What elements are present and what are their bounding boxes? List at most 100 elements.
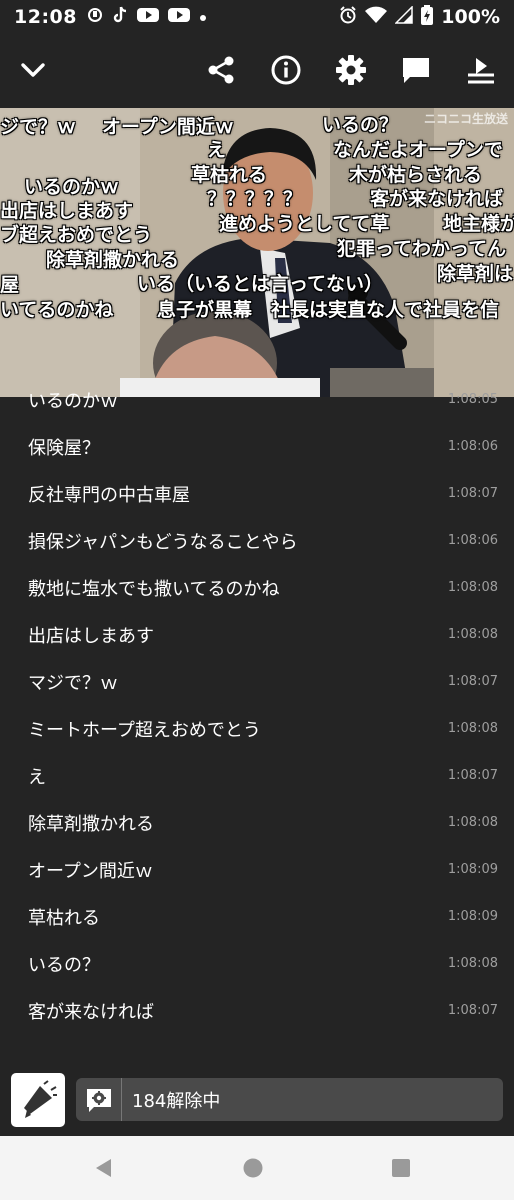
comment-time: 1:08:08 bbox=[447, 580, 498, 595]
overlay-comment: 草枯れる bbox=[191, 164, 268, 186]
player-toolbar bbox=[0, 34, 514, 108]
comment-text: 除草剤撒かれる bbox=[28, 813, 154, 835]
settings-button[interactable] bbox=[333, 52, 369, 88]
player-settings-button[interactable] bbox=[463, 52, 499, 88]
comment-text: いるのかｗ bbox=[28, 390, 118, 412]
youtube-icon-2 bbox=[167, 7, 190, 27]
alarm-icon bbox=[339, 5, 357, 29]
comment-time: 1:08:06 bbox=[447, 533, 498, 548]
megaphone-icon bbox=[24, 1080, 57, 1118]
comment-row[interactable]: 除草剤撒かれる 1:08:08 bbox=[0, 799, 514, 846]
overlay-comment: 除草剤撒かれる bbox=[46, 249, 180, 271]
overlay-comment: 木が枯らされる bbox=[349, 164, 483, 186]
comment-text: 損保ジャパンもどうなることやら bbox=[28, 531, 298, 553]
collapse-button[interactable] bbox=[15, 52, 51, 88]
comment-row[interactable]: 客が来なければ 1:08:07 bbox=[0, 987, 514, 1034]
comment-row[interactable]: 出店はしまあす 1:08:08 bbox=[0, 611, 514, 658]
overlay-comment: 進めようとしてて草 bbox=[219, 213, 390, 235]
share-button[interactable] bbox=[203, 52, 239, 88]
comment-text: 草枯れる bbox=[28, 907, 100, 929]
comment-time: 1:08:09 bbox=[447, 909, 498, 924]
recents-square-icon bbox=[392, 1159, 410, 1177]
comment-settings-button[interactable] bbox=[76, 1078, 122, 1121]
comment-row[interactable]: 敷地に塩水でも撒いてるのかね 1:08:08 bbox=[0, 564, 514, 611]
share-icon bbox=[208, 56, 234, 84]
comment-overlay: ニコニコ生放送 ジで？ｗ オープン間近ｗ いるの？ え なんだよオープンで 草枯… bbox=[0, 108, 514, 397]
chevron-down-icon bbox=[21, 63, 45, 77]
info-icon bbox=[271, 55, 301, 85]
comment-text: え bbox=[28, 766, 46, 788]
overlay-comment: いてるのかね bbox=[0, 299, 114, 321]
home-circle-icon bbox=[243, 1158, 263, 1178]
notification-icons bbox=[87, 6, 207, 28]
comment-text: マジで？ｗ bbox=[28, 672, 118, 694]
comment-time: 1:08:07 bbox=[447, 1003, 498, 1018]
back-triangle-icon bbox=[96, 1159, 111, 1177]
overlay-comment: いる（いるとは言ってない） bbox=[137, 273, 384, 295]
overlay-comment: え bbox=[207, 139, 227, 161]
comment-row[interactable]: 草枯れる 1:08:09 bbox=[0, 893, 514, 940]
comment-settings-icon bbox=[86, 1088, 111, 1112]
comment-time: 1:08:06 bbox=[447, 439, 498, 454]
comment-time: 1:08:07 bbox=[447, 768, 498, 783]
comment-row[interactable]: ミートホープ超えおめでとう 1:08:08 bbox=[0, 705, 514, 752]
comment-list[interactable]: いるのかｗ 1:08:05 保険屋？ 1:08:06 反社専門の中古車屋 1:08:0… bbox=[0, 390, 514, 1040]
comment-row[interactable]: オープン間近ｗ 1:08:09 bbox=[0, 846, 514, 893]
anonymous-status-text: 184解除中 bbox=[132, 1090, 221, 1112]
overlay-comment: いるのかｗ bbox=[24, 176, 120, 198]
overlay-comment: 除草剤は bbox=[437, 263, 514, 285]
comment-text: 出店はしまあす bbox=[28, 625, 154, 647]
comment-row[interactable]: 保険屋？ 1:08:06 bbox=[0, 423, 514, 470]
comment-row[interactable]: え 1:08:07 bbox=[0, 752, 514, 799]
comment-time: 1:08:07 bbox=[447, 486, 498, 501]
recents-button[interactable] bbox=[385, 1152, 417, 1184]
comment-toggle-button[interactable] bbox=[398, 52, 434, 88]
gear-icon bbox=[336, 55, 366, 85]
overlay-comment: 出店はしまあす bbox=[0, 200, 134, 222]
overlay-comment: いるの？ bbox=[322, 114, 399, 136]
comment-row[interactable]: いるの？ 1:08:08 bbox=[0, 940, 514, 987]
tiktok-icon bbox=[112, 6, 128, 28]
app-notification-icon bbox=[87, 7, 103, 27]
comment-text: 反社専門の中古車屋 bbox=[28, 484, 190, 506]
niconico-logo: ニコニコ生放送 bbox=[423, 112, 508, 126]
wifi-icon bbox=[365, 6, 388, 29]
overlay-comment: 息子が黒幕 社長は実直な人で社員を信 bbox=[157, 299, 500, 321]
comment-text: 保険屋？ bbox=[28, 437, 100, 459]
comment-text: 敷地に塩水でも撒いてるのかね bbox=[28, 578, 280, 600]
more-notifications-dot bbox=[199, 8, 207, 26]
comment-input[interactable]: 184解除中 bbox=[76, 1078, 503, 1121]
comment-time: 1:08:08 bbox=[447, 815, 498, 830]
comment-text: オープン間近ｗ bbox=[28, 860, 153, 882]
battery-percent: 100% bbox=[441, 6, 500, 28]
overlay-comment: 客が来なければ bbox=[370, 188, 504, 210]
back-button[interactable] bbox=[88, 1152, 120, 1184]
overlay-comment: ブ超えおめでとう bbox=[0, 224, 153, 246]
comment-text: 客が来なければ bbox=[28, 1001, 154, 1023]
comment-text: ミートホープ超えおめでとう bbox=[28, 719, 261, 741]
comment-input-bar: 184解除中 bbox=[0, 1064, 514, 1136]
overlay-comment: 地主様が bbox=[443, 213, 514, 235]
status-right: 100% bbox=[339, 4, 500, 30]
battery-icon bbox=[421, 4, 434, 30]
youtube-icon bbox=[136, 7, 159, 27]
status-time: 12:08 bbox=[14, 6, 77, 28]
comment-time: 1:08:08 bbox=[447, 956, 498, 971]
nicoad-button[interactable] bbox=[11, 1073, 65, 1127]
overlay-comment: ジで？ｗ bbox=[0, 116, 77, 138]
comment-time: 1:08:08 bbox=[447, 627, 498, 642]
overlay-comment: 犯罪ってわかってん bbox=[337, 238, 507, 260]
overlay-comment: なんだよオープンで bbox=[333, 139, 503, 161]
chat-bubble-icon bbox=[403, 58, 429, 83]
overlay-comment: ？？？？？ bbox=[207, 188, 303, 210]
overlay-comment: 屋 bbox=[0, 274, 20, 296]
info-button[interactable] bbox=[268, 52, 304, 88]
comment-row[interactable]: 損保ジャパンもどうなることやら 1:08:06 bbox=[0, 517, 514, 564]
comment-text: いるの？ bbox=[28, 954, 100, 976]
comment-row[interactable]: マジで？ｗ 1:08:07 bbox=[0, 658, 514, 705]
comment-row[interactable]: いるのかｗ 1:08:05 bbox=[0, 390, 514, 423]
comment-row[interactable]: 反社専門の中古車屋 1:08:07 bbox=[0, 470, 514, 517]
comment-time: 1:08:05 bbox=[447, 392, 498, 407]
system-nav-bar bbox=[0, 1136, 514, 1200]
home-button[interactable] bbox=[237, 1152, 269, 1184]
